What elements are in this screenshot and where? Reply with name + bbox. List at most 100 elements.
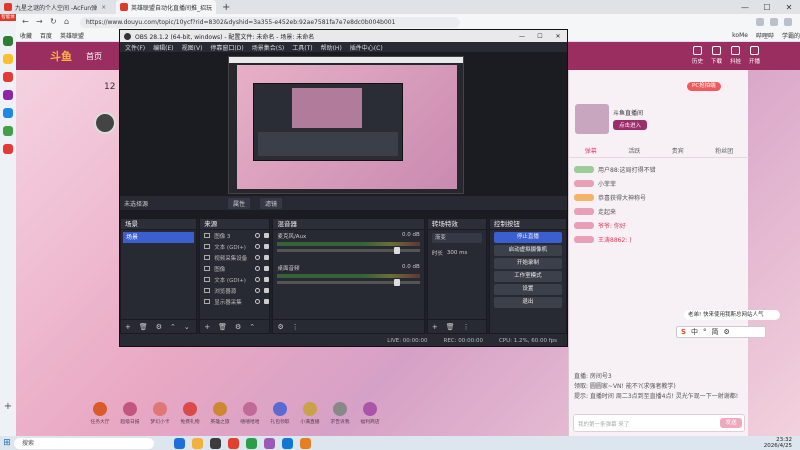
- add-icon[interactable]: +: [204, 323, 210, 331]
- taskbar-app-icon[interactable]: [228, 437, 239, 449]
- gear-icon[interactable]: ⚙: [277, 323, 283, 331]
- ime-logo-icon[interactable]: S: [681, 328, 686, 336]
- transition-select[interactable]: 渐变: [431, 233, 482, 243]
- ime-settings-icon[interactable]: ⚙: [724, 328, 730, 336]
- menu-docks[interactable]: 停靠窗口(D): [210, 43, 243, 52]
- bookmark-item[interactable]: 学霸的: [782, 31, 800, 40]
- source-item[interactable]: 文本 (GDI+): [200, 241, 270, 252]
- close-window-icon[interactable]: ✕: [778, 3, 800, 12]
- app-icon[interactable]: [3, 90, 13, 100]
- eye-icon[interactable]: [255, 244, 261, 249]
- forward-icon[interactable]: →: [36, 17, 43, 26]
- trash-icon[interactable]: 🗑: [218, 323, 227, 331]
- close-icon[interactable]: ×: [101, 4, 106, 11]
- lock-icon[interactable]: [264, 299, 270, 304]
- chevron-down-icon[interactable]: ⌄: [184, 323, 190, 331]
- refresh-icon[interactable]: ↻: [50, 17, 57, 26]
- promo-card[interactable]: 斗鱼直播间 点击进入: [569, 100, 749, 138]
- gift-item[interactable]: 礼包领取: [268, 402, 292, 425]
- avatar[interactable]: [94, 112, 116, 134]
- volume-slider[interactable]: [277, 279, 420, 286]
- lock-icon[interactable]: [264, 288, 270, 293]
- eye-icon[interactable]: [255, 277, 261, 282]
- go-live-button[interactable]: 开播: [749, 46, 760, 65]
- more-icon[interactable]: ⋮: [292, 323, 299, 331]
- menu-help[interactable]: 帮助(H): [321, 43, 342, 52]
- start-recording-button[interactable]: 开始录制: [493, 258, 562, 269]
- notice-toast[interactable]: 老弟! 快来使用我斯总网站人气: [684, 310, 780, 320]
- browser-tab-active[interactable]: 英雄联盟自动化直播间推_招玩 ×: [116, 0, 216, 14]
- taskbar-search[interactable]: 搜索: [14, 437, 154, 449]
- close-icon[interactable]: ✕: [549, 33, 567, 40]
- settings-icon[interactable]: ⚙: [156, 323, 162, 331]
- taskbar-app-icon[interactable]: [174, 437, 185, 449]
- taskbar-app-icon[interactable]: [210, 437, 221, 449]
- volume-slider[interactable]: [277, 247, 420, 254]
- tab-vip[interactable]: 贵宾: [672, 146, 684, 155]
- back-icon[interactable]: ←: [22, 17, 29, 26]
- taskbar-app-icon[interactable]: [246, 437, 257, 449]
- lock-icon[interactable]: [264, 255, 270, 260]
- eye-icon[interactable]: [255, 299, 261, 304]
- eye-icon[interactable]: [255, 266, 261, 271]
- eye-icon[interactable]: [255, 255, 261, 260]
- source-item[interactable]: 图像 3: [200, 230, 270, 241]
- ime-mode[interactable]: 中: [691, 327, 698, 337]
- eye-icon[interactable]: [255, 233, 261, 238]
- tab-fans[interactable]: 粉丝团: [715, 146, 733, 155]
- taskbar-app-icon[interactable]: [300, 437, 311, 449]
- history-button[interactable]: 历史: [692, 46, 703, 65]
- menu-icon[interactable]: [784, 18, 792, 26]
- favorites-icon[interactable]: [3, 36, 13, 46]
- chevron-up-icon[interactable]: ⌃: [170, 323, 176, 331]
- gift-item[interactable]: 梦幻小卡: [148, 402, 172, 425]
- menu-file[interactable]: 文件(F): [125, 43, 145, 52]
- bookmark-item[interactable]: 收藏: [20, 31, 32, 40]
- maximize-icon[interactable]: ☐: [756, 3, 778, 12]
- extension-icon[interactable]: [756, 18, 764, 26]
- virtual-camera-button[interactable]: 启动虚拟摄像机: [493, 245, 562, 256]
- duration-input[interactable]: 300 ms: [447, 250, 467, 256]
- weibo-icon[interactable]: [3, 72, 13, 82]
- exit-button[interactable]: 退出: [493, 297, 562, 308]
- stop-streaming-button[interactable]: 停止直播: [493, 232, 562, 243]
- taskbar-app-icon[interactable]: [282, 437, 293, 449]
- home-icon[interactable]: ⌂: [64, 17, 69, 26]
- bookmark-item[interactable]: 哔哩哔: [756, 31, 774, 40]
- more-icon[interactable]: ⋮: [463, 323, 470, 331]
- source-item[interactable]: 图像: [200, 263, 270, 274]
- windows-start-icon[interactable]: ⊞: [0, 436, 14, 450]
- source-item[interactable]: 视频采集设备: [200, 252, 270, 263]
- trash-icon[interactable]: 🗑: [446, 323, 455, 331]
- menu-scene-collection[interactable]: 场景集合(S): [252, 43, 285, 52]
- scene-item[interactable]: 场景: [123, 232, 195, 243]
- menu-edit[interactable]: 编辑(E): [153, 43, 173, 52]
- add-icon[interactable]: +: [4, 401, 12, 412]
- bookmark-item[interactable]: koMe: [732, 32, 748, 39]
- menu-view[interactable]: 视图(V): [182, 43, 203, 52]
- ime-punct[interactable]: °: [703, 328, 707, 336]
- gift-item[interactable]: 任务大厅: [88, 402, 112, 425]
- trash-icon[interactable]: 🗑: [139, 323, 148, 331]
- lock-icon[interactable]: [264, 244, 270, 249]
- tab-active[interactable]: 活跃: [628, 146, 640, 155]
- add-icon[interactable]: +: [432, 323, 438, 331]
- add-icon[interactable]: +: [125, 323, 131, 331]
- gift-item[interactable]: 超级日报: [118, 402, 142, 425]
- ai-icon[interactable]: [3, 108, 13, 118]
- new-tab-button[interactable]: +: [216, 2, 236, 13]
- lock-icon[interactable]: [264, 233, 270, 238]
- minimize-icon[interactable]: —: [734, 3, 756, 12]
- studio-mode-button[interactable]: 工作室模式: [493, 271, 562, 282]
- settings-icon[interactable]: ⚙: [235, 323, 241, 331]
- browser-tab[interactable]: 九星之谜的个人空间 -AcFun弹 ×: [0, 0, 116, 14]
- source-item[interactable]: 显示器采集: [200, 296, 270, 307]
- nav-home-link[interactable]: 首页: [86, 51, 102, 62]
- tab-danmu[interactable]: 弹幕: [585, 146, 597, 155]
- download-icon[interactable]: [770, 18, 778, 26]
- promo-enter-button[interactable]: 点击进入: [613, 120, 648, 130]
- eye-icon[interactable]: [255, 288, 261, 293]
- pc-client-button[interactable]: PC抢拍端: [687, 82, 721, 91]
- download-button[interactable]: 下载: [711, 46, 722, 65]
- source-item[interactable]: 浏览器源: [200, 285, 270, 296]
